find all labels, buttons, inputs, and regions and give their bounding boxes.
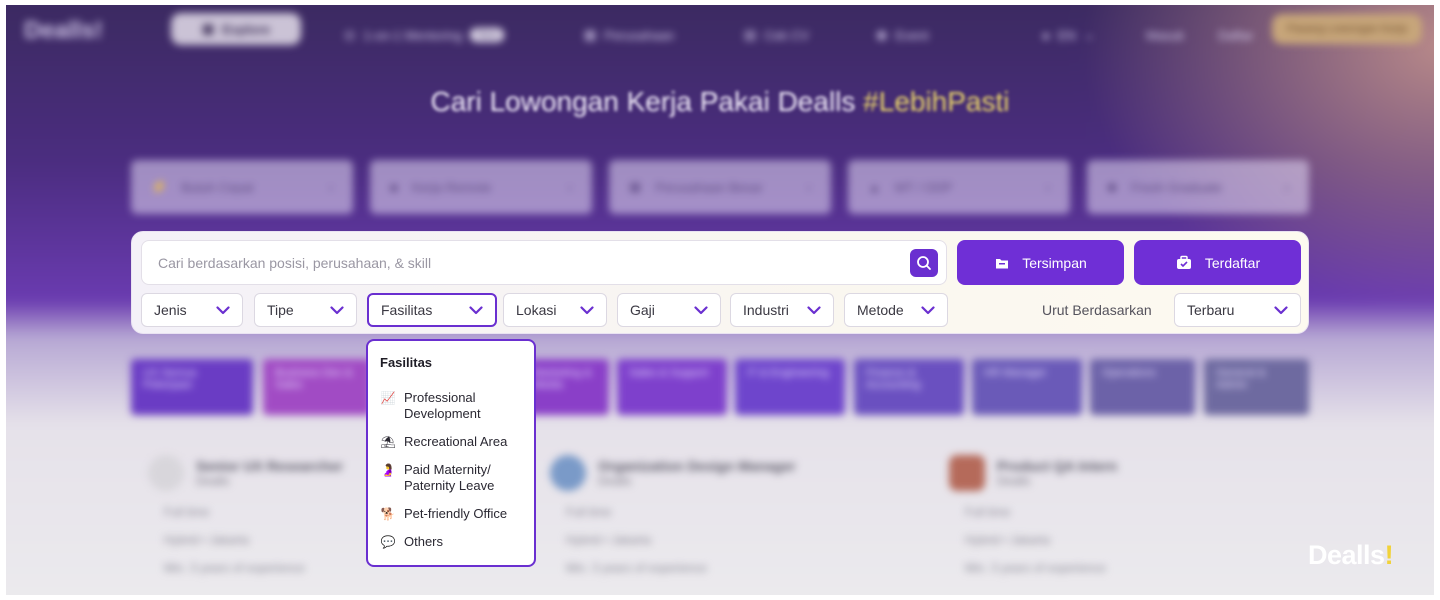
chevron-down-icon [580,305,594,314]
dropdown-option-others[interactable]: 💬 Others [380,534,522,550]
filter-jenis[interactable]: Jenis [141,293,243,327]
filter-lokasi[interactable]: Lokasi [503,293,607,327]
folder-icon [996,258,1009,268]
filter-fasilitas[interactable]: Fasilitas [367,293,497,327]
dog-icon: 🐕 [380,507,396,521]
chevron-down-icon [807,305,821,314]
saved-jobs-button[interactable]: Tersimpan [957,240,1124,285]
dropdown-option-professional-development[interactable]: 📈 Professional Development [380,390,522,422]
dropdown-option-recreational-area[interactable]: ⛱ Recreational Area [380,434,522,450]
chevron-down-icon [216,305,230,314]
sort-label: Urut Berdasarkan [1042,302,1152,318]
search-input[interactable] [158,254,898,271]
company-logo [949,455,985,491]
applied-jobs-button[interactable]: Terdaftar [1134,240,1301,285]
company-logo [550,455,586,491]
sort-select[interactable]: Terbaru [1174,293,1301,327]
dropdown-title: Fasilitas [380,355,433,370]
job-card[interactable]: Organization Design Manager Dealls Full t… [550,455,900,595]
filter-tipe[interactable]: Tipe [254,293,357,327]
chevron-down-icon [1274,305,1288,314]
briefcase-check-icon [1176,255,1191,269]
job-card[interactable]: Product QA Intern Dealls Full time Hybrid… [949,455,1299,595]
chevron-down-icon [694,305,708,314]
pregnant-icon: 🤰 [380,463,396,477]
page-title: Cari Lowongan Kerja Pakai Dealls #LebihP… [430,86,1010,117]
filter-industri[interactable]: Industri [730,293,834,327]
company-logo [148,455,184,491]
dropdown-option-paid-leave[interactable]: 🤰 Paid Maternity/ Paternity Leave [380,462,522,494]
search-button[interactable] [910,249,938,277]
search-panel: Tersimpan Terdaftar Jenis Tipe Fasilitas… [131,231,1309,334]
search-box [141,240,947,285]
chevron-down-icon [921,305,935,314]
speech-bubble-icon: 💬 [380,535,396,549]
filter-metode[interactable]: Metode [844,293,948,327]
filter-gaji[interactable]: Gaji [617,293,721,327]
search-icon [917,256,931,270]
chevron-down-icon [469,305,483,314]
beach-icon: ⛱ [380,435,396,449]
brand-watermark: Dealls! [1308,540,1394,570]
title-highlight: #LebihPasti [863,86,1010,117]
chart-icon: 📈 [380,391,396,405]
dropdown-option-pet-friendly[interactable]: 🐕 Pet-friendly Office [380,506,522,522]
chevron-down-icon [330,305,344,314]
facility-dropdown-menu: Fasilitas 📈 Professional Development ⛱ R… [366,339,536,567]
